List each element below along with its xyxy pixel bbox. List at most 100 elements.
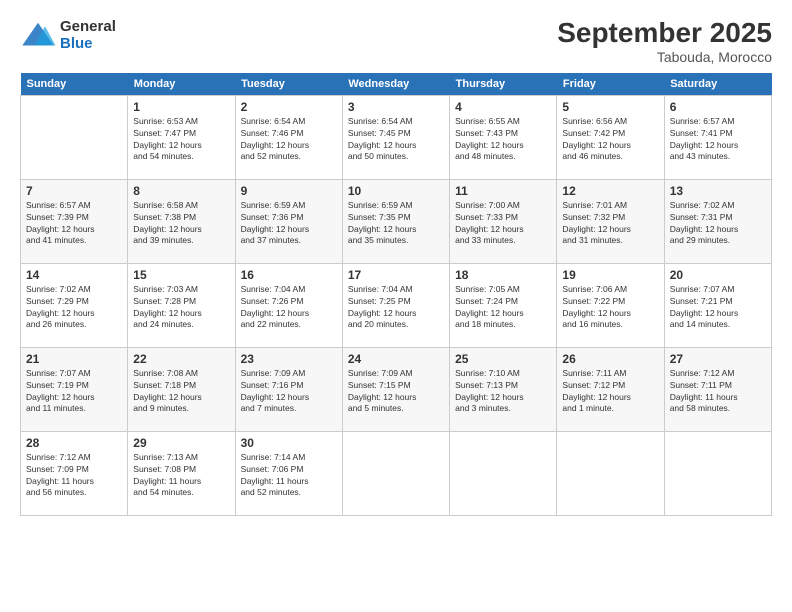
- day-info: Sunrise: 7:04 AM Sunset: 7:26 PM Dayligh…: [241, 284, 337, 332]
- day-info: Sunrise: 7:13 AM Sunset: 7:08 PM Dayligh…: [133, 452, 229, 500]
- week-row-4: 21 Sunrise: 7:07 AM Sunset: 7:19 PM Dayli…: [21, 347, 772, 431]
- day-info: Sunrise: 6:55 AM Sunset: 7:43 PM Dayligh…: [455, 116, 551, 164]
- logo-icon: [20, 21, 56, 49]
- day-info: Sunrise: 6:57 AM Sunset: 7:41 PM Dayligh…: [670, 116, 766, 164]
- day-number: 21: [26, 352, 122, 366]
- day-cell: 25 Sunrise: 7:10 AM Sunset: 7:13 PM Dayli…: [450, 347, 557, 431]
- day-info: Sunrise: 7:00 AM Sunset: 7:33 PM Dayligh…: [455, 200, 551, 248]
- day-cell: 11 Sunrise: 7:00 AM Sunset: 7:33 PM Dayli…: [450, 179, 557, 263]
- day-info: Sunrise: 6:59 AM Sunset: 7:35 PM Dayligh…: [348, 200, 444, 248]
- col-header-wednesday: Wednesday: [342, 73, 449, 96]
- day-number: 13: [670, 184, 766, 198]
- title-block: September 2025 Tabouda, Morocco: [557, 18, 772, 65]
- day-info: Sunrise: 7:02 AM Sunset: 7:29 PM Dayligh…: [26, 284, 122, 332]
- day-info: Sunrise: 7:09 AM Sunset: 7:16 PM Dayligh…: [241, 368, 337, 416]
- day-info: Sunrise: 6:54 AM Sunset: 7:45 PM Dayligh…: [348, 116, 444, 164]
- day-info: Sunrise: 7:14 AM Sunset: 7:06 PM Dayligh…: [241, 452, 337, 500]
- day-cell: [342, 431, 449, 515]
- page: General Blue September 2025 Tabouda, Mor…: [0, 0, 792, 612]
- day-number: 6: [670, 100, 766, 114]
- day-number: 12: [562, 184, 658, 198]
- day-info: Sunrise: 7:04 AM Sunset: 7:25 PM Dayligh…: [348, 284, 444, 332]
- day-info: Sunrise: 7:12 AM Sunset: 7:09 PM Dayligh…: [26, 452, 122, 500]
- day-cell: 9 Sunrise: 6:59 AM Sunset: 7:36 PM Daylig…: [235, 179, 342, 263]
- day-info: Sunrise: 6:53 AM Sunset: 7:47 PM Dayligh…: [133, 116, 229, 164]
- day-number: 22: [133, 352, 229, 366]
- day-number: 5: [562, 100, 658, 114]
- day-number: 11: [455, 184, 551, 198]
- day-number: 15: [133, 268, 229, 282]
- day-number: 1: [133, 100, 229, 114]
- day-info: Sunrise: 7:08 AM Sunset: 7:18 PM Dayligh…: [133, 368, 229, 416]
- day-cell: [21, 95, 128, 179]
- day-number: 23: [241, 352, 337, 366]
- day-info: Sunrise: 7:05 AM Sunset: 7:24 PM Dayligh…: [455, 284, 551, 332]
- day-cell: 24 Sunrise: 7:09 AM Sunset: 7:15 PM Dayli…: [342, 347, 449, 431]
- day-cell: 18 Sunrise: 7:05 AM Sunset: 7:24 PM Dayli…: [450, 263, 557, 347]
- logo-text: General Blue: [60, 18, 116, 53]
- header: General Blue September 2025 Tabouda, Mor…: [20, 18, 772, 65]
- day-cell: 17 Sunrise: 7:04 AM Sunset: 7:25 PM Dayli…: [342, 263, 449, 347]
- day-number: 2: [241, 100, 337, 114]
- day-cell: 5Sunrise: 6:56 AM Sunset: 7:42 PM Daylig…: [557, 95, 664, 179]
- day-number: 9: [241, 184, 337, 198]
- day-number: 7: [26, 184, 122, 198]
- day-number: 27: [670, 352, 766, 366]
- day-cell: 23 Sunrise: 7:09 AM Sunset: 7:16 PM Dayli…: [235, 347, 342, 431]
- day-info: Sunrise: 7:07 AM Sunset: 7:19 PM Dayligh…: [26, 368, 122, 416]
- day-cell: [557, 431, 664, 515]
- day-number: 30: [241, 436, 337, 450]
- day-cell: 30 Sunrise: 7:14 AM Sunset: 7:06 PM Dayli…: [235, 431, 342, 515]
- day-cell: 26 Sunrise: 7:11 AM Sunset: 7:12 PM Dayli…: [557, 347, 664, 431]
- day-cell: 8 Sunrise: 6:58 AM Sunset: 7:38 PM Daylig…: [128, 179, 235, 263]
- day-cell: 2 Sunrise: 6:54 AM Sunset: 7:46 PM Daylig…: [235, 95, 342, 179]
- day-cell: 21 Sunrise: 7:07 AM Sunset: 7:19 PM Dayli…: [21, 347, 128, 431]
- day-cell: 10 Sunrise: 6:59 AM Sunset: 7:35 PM Dayli…: [342, 179, 449, 263]
- day-info: Sunrise: 6:58 AM Sunset: 7:38 PM Dayligh…: [133, 200, 229, 248]
- day-info: Sunrise: 7:07 AM Sunset: 7:21 PM Dayligh…: [670, 284, 766, 332]
- day-info: Sunrise: 6:59 AM Sunset: 7:36 PM Dayligh…: [241, 200, 337, 248]
- day-cell: 6 Sunrise: 6:57 AM Sunset: 7:41 PM Daylig…: [664, 95, 771, 179]
- day-cell: 14 Sunrise: 7:02 AM Sunset: 7:29 PM Dayli…: [21, 263, 128, 347]
- day-number: 10: [348, 184, 444, 198]
- day-info: Sunrise: 7:03 AM Sunset: 7:28 PM Dayligh…: [133, 284, 229, 332]
- week-row-3: 14 Sunrise: 7:02 AM Sunset: 7:29 PM Dayli…: [21, 263, 772, 347]
- day-number: 8: [133, 184, 229, 198]
- day-number: 3: [348, 100, 444, 114]
- day-info: Sunrise: 7:11 AM Sunset: 7:12 PM Dayligh…: [562, 368, 658, 416]
- calendar-table: SundayMondayTuesdayWednesdayThursdayFrid…: [20, 73, 772, 516]
- col-header-monday: Monday: [128, 73, 235, 96]
- logo: General Blue: [20, 18, 116, 53]
- month-title: September 2025: [557, 18, 772, 49]
- day-cell: 4Sunrise: 6:55 AM Sunset: 7:43 PM Daylig…: [450, 95, 557, 179]
- col-header-sunday: Sunday: [21, 73, 128, 96]
- day-info: Sunrise: 7:10 AM Sunset: 7:13 PM Dayligh…: [455, 368, 551, 416]
- day-cell: 28Sunrise: 7:12 AM Sunset: 7:09 PM Dayli…: [21, 431, 128, 515]
- week-row-1: 1 Sunrise: 6:53 AM Sunset: 7:47 PM Daylig…: [21, 95, 772, 179]
- day-info: Sunrise: 7:09 AM Sunset: 7:15 PM Dayligh…: [348, 368, 444, 416]
- col-header-saturday: Saturday: [664, 73, 771, 96]
- header-row: SundayMondayTuesdayWednesdayThursdayFrid…: [21, 73, 772, 96]
- day-cell: 7 Sunrise: 6:57 AM Sunset: 7:39 PM Daylig…: [21, 179, 128, 263]
- day-cell: [664, 431, 771, 515]
- day-number: 29: [133, 436, 229, 450]
- day-number: 14: [26, 268, 122, 282]
- day-number: 18: [455, 268, 551, 282]
- day-info: Sunrise: 7:01 AM Sunset: 7:32 PM Dayligh…: [562, 200, 658, 248]
- day-number: 17: [348, 268, 444, 282]
- week-row-2: 7 Sunrise: 6:57 AM Sunset: 7:39 PM Daylig…: [21, 179, 772, 263]
- day-cell: [450, 431, 557, 515]
- day-cell: 27Sunrise: 7:12 AM Sunset: 7:11 PM Dayli…: [664, 347, 771, 431]
- day-cell: 29 Sunrise: 7:13 AM Sunset: 7:08 PM Dayli…: [128, 431, 235, 515]
- day-info: Sunrise: 7:06 AM Sunset: 7:22 PM Dayligh…: [562, 284, 658, 332]
- day-number: 19: [562, 268, 658, 282]
- day-cell: 3 Sunrise: 6:54 AM Sunset: 7:45 PM Daylig…: [342, 95, 449, 179]
- day-info: Sunrise: 6:57 AM Sunset: 7:39 PM Dayligh…: [26, 200, 122, 248]
- day-number: 20: [670, 268, 766, 282]
- day-cell: 1 Sunrise: 6:53 AM Sunset: 7:47 PM Daylig…: [128, 95, 235, 179]
- day-number: 24: [348, 352, 444, 366]
- day-cell: 16Sunrise: 7:04 AM Sunset: 7:26 PM Dayli…: [235, 263, 342, 347]
- day-number: 25: [455, 352, 551, 366]
- day-info: Sunrise: 6:54 AM Sunset: 7:46 PM Dayligh…: [241, 116, 337, 164]
- day-number: 26: [562, 352, 658, 366]
